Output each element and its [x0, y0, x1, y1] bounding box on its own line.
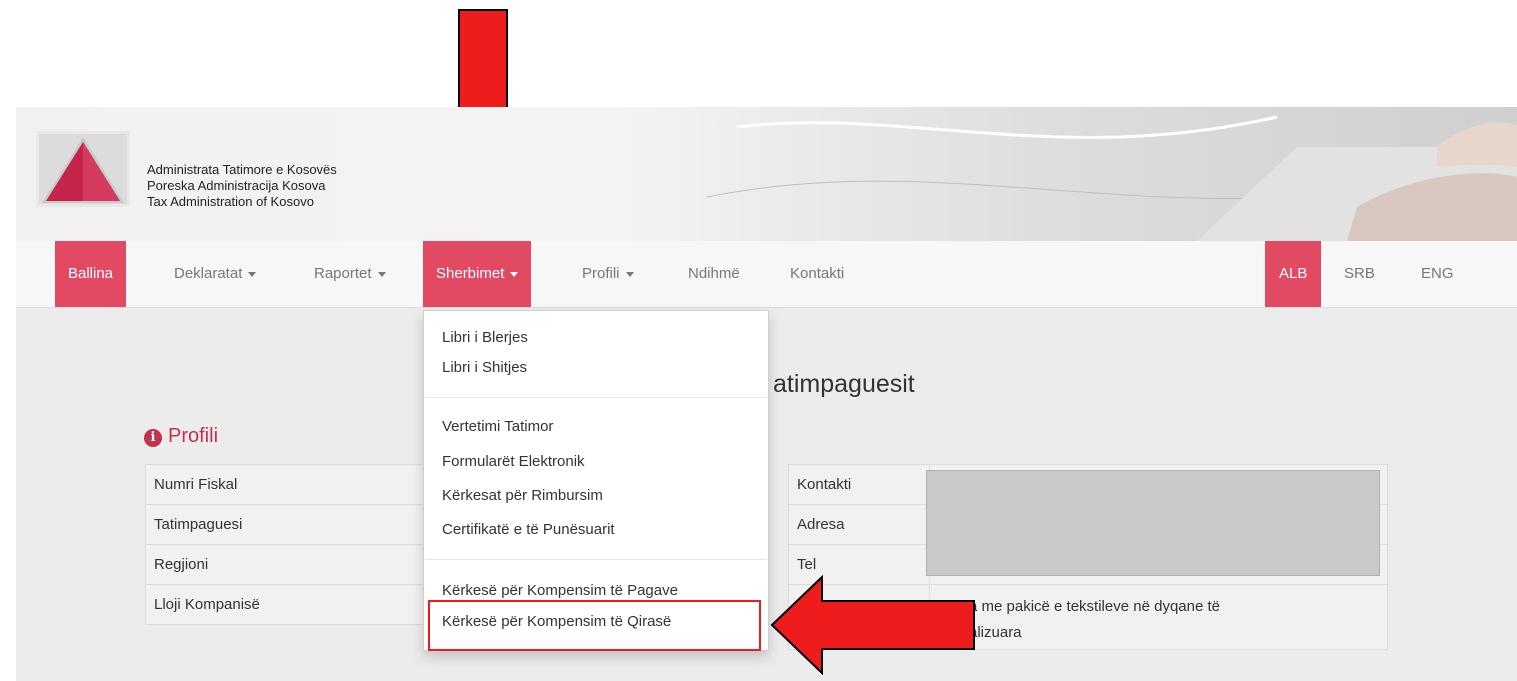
info-icon: i	[144, 429, 162, 447]
nav-raportet[interactable]: Raportet	[301, 241, 399, 307]
nav-sherbimet[interactable]: Sherbimet	[423, 241, 532, 307]
label-tatimpaguesi: Tatimpaguesi	[145, 504, 445, 545]
menu-item-formularet-elektronik[interactable]: Formularët Elektronik	[442, 453, 585, 470]
label-lloji-kompanise: Lloji Kompanisë	[145, 584, 445, 625]
org-name-albanian: Administrata Tatimore e Kosovës	[147, 162, 337, 177]
label-adresa: Adresa	[788, 504, 930, 545]
menu-item-libri-i-shitjes[interactable]: Libri i Shitjes	[442, 359, 527, 376]
nav-sherbimet-label: Sherbimet	[436, 265, 505, 282]
sherbimet-dropdown-menu: Libri i Blerjes Libri i Shitjes Vertetim…	[423, 310, 769, 651]
menu-item-libri-i-blerjes[interactable]: Libri i Blerjes	[442, 329, 528, 346]
table-row: Tatimpaguesi	[145, 504, 445, 545]
menu-item-kerkesat-per-rimbursim[interactable]: Kërkesat për Rimbursim	[442, 487, 603, 504]
header-banner-image	[557, 107, 1517, 241]
menu-item-certifikate-e-te-punesuarit[interactable]: Certifikatë e të Punësuarit	[442, 521, 615, 538]
company-activity-text: a me pakicë e tekstileve në dyqane të al…	[969, 594, 1349, 646]
menu-divider	[425, 559, 767, 560]
nav-ballina-label: Ballina	[68, 265, 114, 282]
menu-item-kompensim-qirase[interactable]: Kërkesë për Kompensim të Qirasë	[442, 613, 671, 630]
menu-divider	[425, 397, 767, 398]
nav-ndihme-label: Ndihmë	[688, 265, 740, 282]
nav-profili[interactable]: Profili	[569, 241, 647, 307]
nav-profili-label: Profili	[582, 265, 620, 282]
caret-down-icon	[248, 271, 257, 277]
nav-kontakti[interactable]: Kontakti	[777, 241, 857, 307]
label-kontakti: Kontakti	[788, 464, 930, 505]
table-row: Lloji Kompanisë	[145, 584, 445, 625]
nav-raportet-label: Raportet	[314, 265, 372, 282]
table-row: Regjioni	[145, 544, 445, 585]
nav-deklaratat[interactable]: Deklaratat	[161, 241, 269, 307]
lang-alb-label: ALB	[1279, 265, 1308, 282]
page-title: atimpaguesit	[773, 370, 915, 398]
section-title-profili: i Profili	[144, 425, 218, 448]
lang-eng[interactable]: ENG	[1408, 241, 1467, 307]
org-name-english: Tax Administration of Kosovo	[147, 194, 314, 209]
org-name-serbian: Poreska Administracija Kosova	[147, 178, 326, 193]
main-navbar: Ballina Deklaratat Raportet Sherbimet Pr…	[16, 241, 1517, 308]
organization-name: Administrata Tatimore e Kosovës Poreska …	[147, 162, 337, 210]
caret-down-icon	[510, 271, 519, 277]
section-title-label: Profili	[168, 425, 219, 447]
lang-srb-label: SRB	[1344, 265, 1375, 282]
menu-item-vertetimi-tatimor[interactable]: Vertetimi Tatimor	[442, 418, 553, 435]
nav-ballina[interactable]: Ballina	[55, 241, 127, 307]
lang-srb[interactable]: SRB	[1331, 241, 1388, 307]
app-window: Administrata Tatimore e Kosovës Poreska …	[16, 107, 1517, 681]
table-row: Numri Fiskal	[145, 464, 445, 505]
lang-alb[interactable]: ALB	[1265, 241, 1322, 307]
menu-item-kompensim-pagave[interactable]: Kërkesë për Kompensim të Pagave	[442, 582, 678, 599]
tak-logo	[36, 131, 130, 207]
site-header: Administrata Tatimore e Kosovës Poreska …	[16, 107, 1517, 241]
caret-down-icon	[625, 271, 634, 277]
caret-down-icon	[377, 271, 386, 277]
activity-line-1: a me pakicë e tekstileve në dyqane të	[969, 598, 1220, 615]
nav-kontakti-label: Kontakti	[790, 265, 845, 282]
nav-deklaratat-label: Deklaratat	[174, 265, 243, 282]
profile-table-left: Numri Fiskal Tatimpaguesi Regjioni Lloji…	[145, 464, 445, 625]
lang-eng-label: ENG	[1421, 265, 1454, 282]
label-numri-fiskal: Numri Fiskal	[145, 464, 445, 505]
nav-ndihme[interactable]: Ndihmë	[675, 241, 753, 307]
activity-line-2: alizuara	[969, 624, 1022, 641]
label-regjioni: Regjioni	[145, 544, 445, 585]
annotation-arrow-left	[770, 575, 975, 675]
redacted-contact-block	[926, 470, 1380, 576]
